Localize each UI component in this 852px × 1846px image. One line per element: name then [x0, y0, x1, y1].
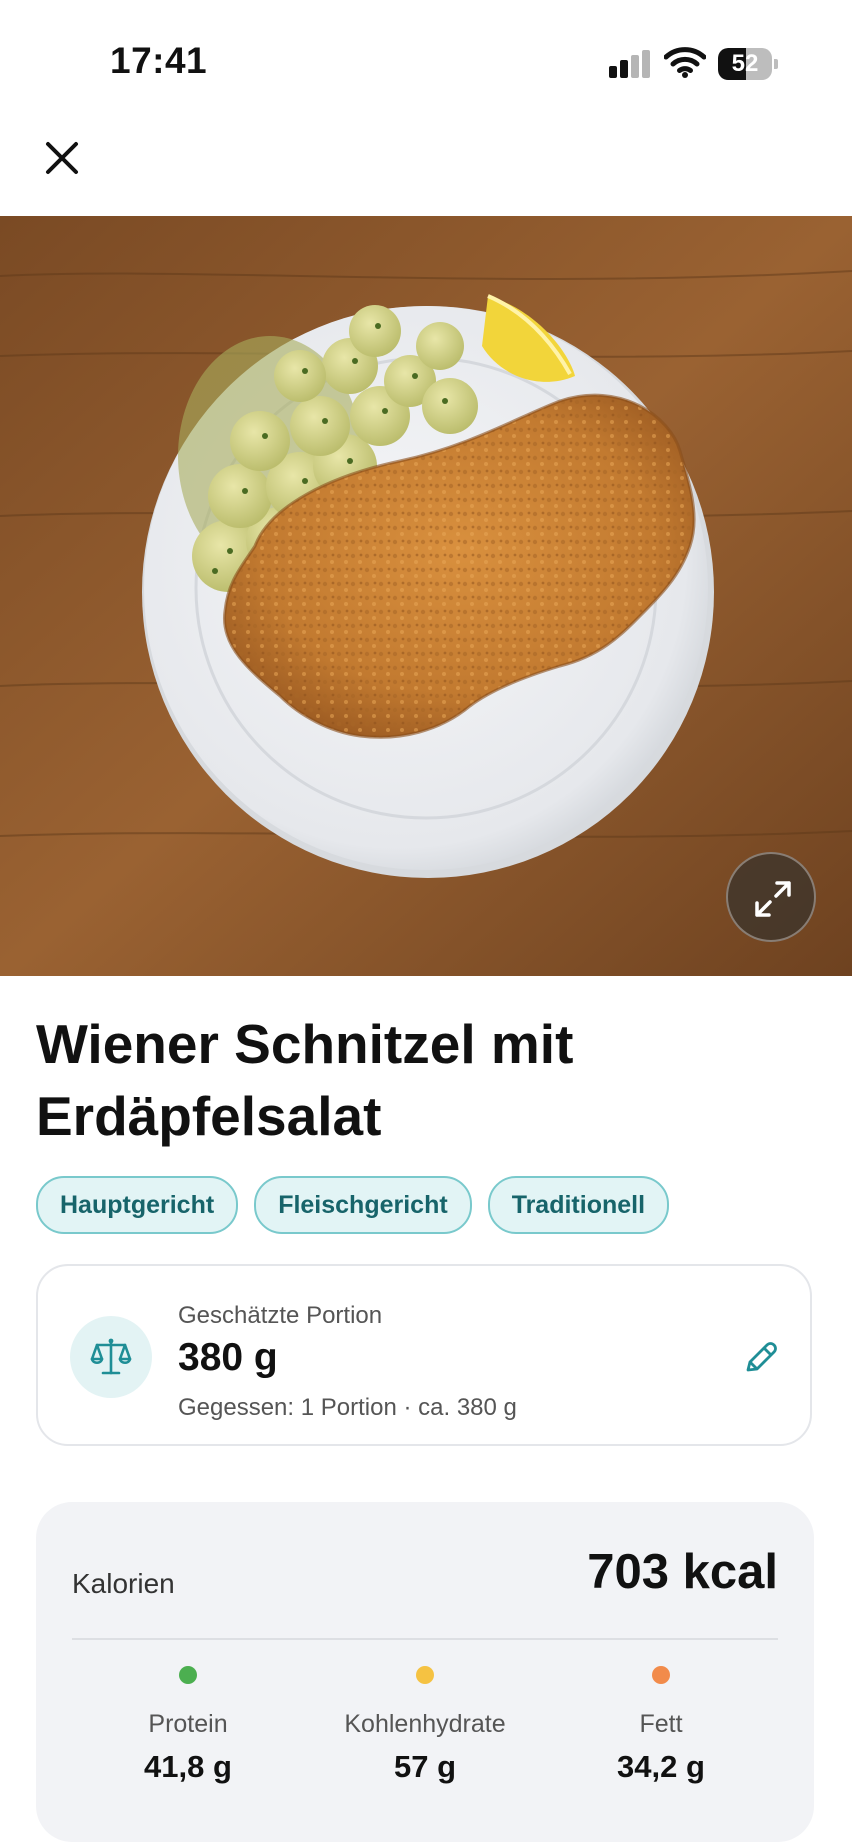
macro-protein: Protein 41,8 g [88, 1666, 288, 1785]
nutrition-card: Kalorien 703 kcal Protein 41,8 g Kohlenh… [36, 1502, 814, 1842]
macro-value: 34,2 g [617, 1749, 705, 1784]
macro-value: 41,8 g [144, 1749, 232, 1784]
tag-hauptgericht[interactable]: Hauptgericht [36, 1176, 239, 1234]
scale-icon [90, 1338, 132, 1375]
macro-value: 57 g [393, 1749, 457, 1784]
protein-dot [179, 1666, 197, 1684]
scale-icon-badge [70, 1316, 152, 1398]
dish-photo[interactable] [0, 216, 852, 976]
macro-carbs: Kohlenhydrate 57 g [325, 1666, 525, 1785]
expand-icon [755, 881, 791, 917]
portion-detail: Gegessen: 1 Portion · ca. 380 g [178, 1394, 517, 1421]
battery-percent: 52 [731, 50, 759, 77]
macro-fat: Fett 34,2 g [561, 1666, 761, 1785]
tag-fleischgericht[interactable]: Fleischgericht [254, 1176, 472, 1234]
portion-card: Geschätzte Portion 380 g Gegessen: 1 Por… [36, 1264, 812, 1446]
macro-name: Protein [148, 1710, 228, 1738]
tag-list: Hauptgericht Fleischgericht Traditionell [36, 1176, 670, 1234]
pencil-icon [746, 1342, 777, 1372]
wifi-icon [664, 47, 706, 78]
carbs-dot [416, 1666, 434, 1684]
battery-indicator: 52 [718, 48, 778, 80]
dish-image [0, 216, 852, 976]
status-bar: 17:41 52 [0, 0, 852, 120]
portion-value: 380 g [178, 1336, 278, 1379]
cellular-signal-icon [609, 50, 650, 78]
macro-name: Fett [639, 1710, 683, 1738]
close-icon [46, 142, 78, 174]
dish-title: Wiener Schnitzel mit Erdäpfelsalat [36, 1013, 574, 1147]
status-time: 17:41 [110, 40, 208, 81]
close-button[interactable] [38, 134, 86, 182]
portion-label: Geschätzte Portion [178, 1302, 383, 1329]
calories-value: 703 kcal [587, 1545, 778, 1599]
divider [72, 1638, 778, 1640]
macro-name: Kohlenhydrate [344, 1710, 506, 1738]
fat-dot [652, 1666, 670, 1684]
tag-traditionell[interactable]: Traditionell [487, 1176, 670, 1234]
calories-label: Kalorien [72, 1568, 175, 1599]
expand-image-button[interactable] [726, 852, 816, 942]
edit-portion-button[interactable] [740, 1338, 780, 1378]
